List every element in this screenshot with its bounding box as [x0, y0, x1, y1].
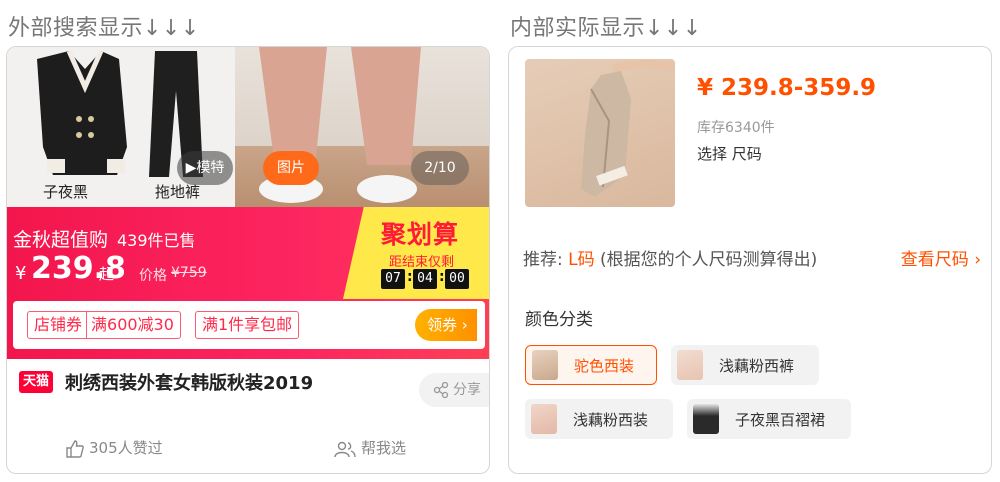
recommend-prefix: 推荐: — [523, 250, 569, 270]
color-option-camel-blazer[interactable]: 驼色西装 — [525, 345, 657, 385]
model-button[interactable]: ▶模特 — [177, 151, 233, 185]
color-option-pink-trousers[interactable]: 浅藕粉西裤 — [671, 345, 819, 385]
claim-coupon-button[interactable]: 领券 › — [415, 309, 477, 341]
price-range: ¥ 239.8-359.9 — [697, 75, 877, 101]
stock-count: 库存6340件 — [697, 120, 775, 136]
chevron-right-icon: › — [974, 250, 981, 270]
promo-banner: 金秋超值购 439件已售 ¥ 239.8 起 价格 ¥759 聚划算 距结束仅剩… — [7, 207, 489, 359]
share-label: 分享 — [453, 382, 481, 398]
like-count: 305人赞过 — [89, 439, 163, 457]
caption-jacket: 子夜黑 — [43, 183, 89, 201]
juhuasuan-badge: 聚划算 距结束仅剩 07 : 04 : 00 — [343, 207, 489, 299]
left-heading: 外部搜索显示↓↓↓ — [8, 16, 200, 41]
like-button[interactable]: 305人赞过 — [65, 437, 163, 458]
size-recommendation: 推荐: L码 (根据您的个人尺码测算得出) — [523, 245, 817, 270]
image-gallery[interactable]: 子夜黑 拖地裤 ▶模特 图片 2/10 — [7, 47, 489, 207]
color-category-label: 颜色分类 — [525, 310, 593, 330]
sku-detail-card: ¥ 239.8-359.9 库存6340件 选择 尺码 推荐: L码 (根据您的… — [508, 46, 992, 474]
color-option-pink-blazer[interactable]: 浅藕粉西装 — [525, 399, 673, 439]
countdown-minutes: 04 — [413, 269, 437, 289]
countdown-separator: : — [439, 269, 445, 285]
help-choose-label: 帮我选 — [361, 439, 407, 457]
chevron-right-icon: › — [461, 316, 468, 334]
color-swatch — [677, 350, 703, 380]
tmall-badge: 天猫 — [19, 371, 54, 393]
juhuasuan-title: 聚划算 — [381, 220, 460, 249]
recommended-size: L码 — [568, 250, 595, 270]
countdown-seconds: 00 — [445, 269, 469, 289]
search-result-card[interactable]: 子夜黑 拖地裤 ▶模特 图片 2/10 金秋超值购 439件已售 ¥ 239.8… — [6, 46, 490, 474]
shop-coupon-label: 店铺券 — [34, 315, 83, 334]
color-swatch — [531, 404, 557, 434]
sold-count: 439件已售 — [117, 231, 196, 250]
shop-coupon-offer: 满600减30 — [86, 312, 174, 338]
price-currency: ¥ — [15, 263, 27, 284]
size-chart-label: 查看尺码 — [900, 250, 969, 270]
image-counter: 2/10 — [411, 151, 469, 185]
color-swatch — [693, 404, 719, 434]
product-thumbnail[interactable] — [525, 59, 675, 207]
color-option-black-skirt[interactable]: 子夜黑百褶裙 — [687, 399, 851, 439]
recommend-note: (根据您的个人尺码测算得出) — [594, 250, 818, 270]
share-button[interactable]: 分享 — [419, 373, 489, 407]
share-icon — [433, 382, 449, 398]
camel-blazer-illustration — [581, 60, 675, 197]
product-title[interactable]: 刺绣西装外套女韩版秋装2019 — [65, 369, 313, 395]
color-option-label: 驼色西装 — [574, 356, 635, 375]
thumbs-up-icon — [66, 439, 84, 458]
promo-title: 金秋超值购 — [13, 229, 109, 251]
countdown-hours: 07 — [381, 269, 405, 289]
color-option-label: 浅藕粉西裤 — [719, 356, 795, 375]
help-choose-button[interactable]: 帮我选 — [333, 437, 406, 458]
people-icon — [334, 441, 356, 457]
price-suffix: 起 — [99, 265, 115, 283]
countdown-separator: : — [407, 269, 413, 285]
color-option-label: 子夜黑百褶裙 — [735, 410, 826, 429]
select-size-prompt: 选择 尺码 — [697, 145, 762, 163]
color-option-label: 浅藕粉西装 — [573, 410, 649, 429]
color-swatch — [532, 350, 558, 380]
list-price-label: 价格 — [139, 268, 167, 284]
shop-coupon[interactable]: 店铺券 满600减30 — [27, 311, 181, 339]
shipping-coupon[interactable]: 满1件享包邮 — [195, 311, 300, 339]
shipping-coupon-label: 满1件享包邮 — [202, 315, 293, 334]
countdown-label: 距结束仅剩 — [389, 255, 455, 270]
size-chart-link[interactable]: 查看尺码 › — [901, 245, 981, 270]
coupon-bar: 店铺券 满600减30 满1件享包邮 领券 › — [13, 301, 485, 349]
claim-coupon-label: 领券 — [427, 316, 458, 334]
picture-button[interactable]: 图片 — [263, 151, 319, 185]
right-heading: 内部实际显示↓↓↓ — [510, 16, 702, 41]
list-price: ¥759 — [171, 265, 207, 281]
